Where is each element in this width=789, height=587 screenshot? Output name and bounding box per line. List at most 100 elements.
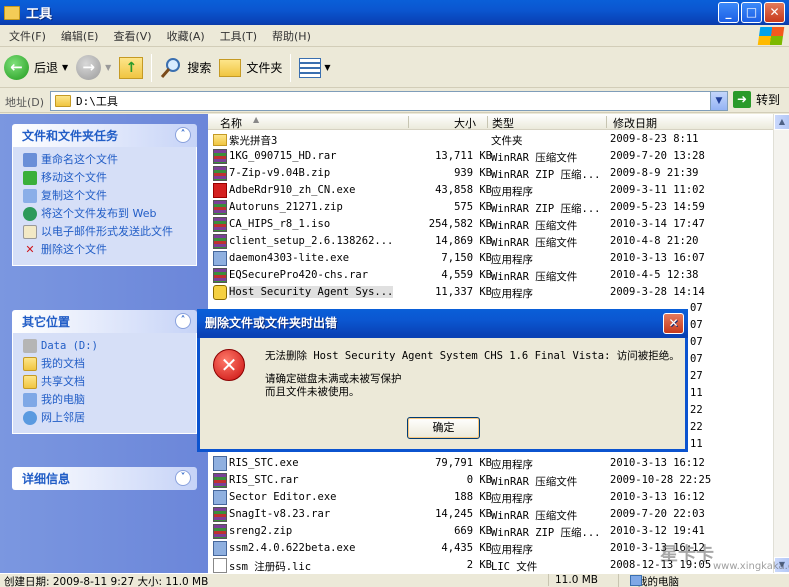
vertical-scrollbar[interactable]: ▲ ▼: [773, 114, 789, 573]
task-pane: 文件和文件夹任务 ˄ 重命名这个文件 移动这个文件 复制这个文件 将这个文件发布…: [0, 114, 208, 573]
toolbar: ← 后退 ▼ → ▼ ↑ 搜索 文件夹 ▼: [0, 48, 789, 88]
column-divider[interactable]: [487, 116, 488, 128]
task-move[interactable]: 移动这个文件: [23, 171, 190, 185]
file-date-fragment: 27: [690, 370, 703, 382]
file-type: 应用程序: [491, 288, 533, 300]
menu-view[interactable]: 查看(V): [113, 28, 151, 44]
file-row[interactable]: AdbeRdr910_zh_CN.exe 43,858 KB 应用程序 2009-3-…: [208, 182, 773, 199]
file-size: 575 KB: [454, 201, 492, 213]
scroll-up-button[interactable]: ▲: [774, 114, 789, 130]
up-folder-icon: ↑: [119, 56, 144, 79]
place-data-drive[interactable]: Data (D:): [23, 339, 190, 353]
column-divider[interactable]: [408, 116, 409, 128]
file-row[interactable]: sreng2.zip 669 KB WinRAR ZIP 压缩... 2010-3-1…: [208, 523, 773, 540]
panel-body: 重命名这个文件 移动这个文件 复制这个文件 将这个文件发布到 Web 以电子邮件…: [12, 147, 197, 266]
up-folder-button[interactable]: ↑: [115, 51, 147, 85]
chevron-down-icon[interactable]: ▼: [324, 63, 330, 72]
place-shared-documents[interactable]: 共享文档: [23, 375, 190, 389]
file-date: 2010-4-8 21:20: [610, 235, 699, 247]
forward-button[interactable]: → ▼: [72, 51, 115, 85]
place-label: 我的文档: [41, 357, 85, 370]
collapse-icon[interactable]: ˄: [175, 127, 191, 143]
archive-icon: [213, 507, 227, 522]
column-type[interactable]: 类型: [492, 115, 514, 130]
go-label: 转到: [756, 93, 781, 107]
file-row[interactable]: 1KG_090715_HD.rar 13,711 KB WinRAR 压缩文件 200…: [208, 148, 773, 165]
archive-icon: [213, 234, 227, 249]
go-button[interactable]: ➜ 转到: [733, 91, 780, 108]
chevron-down-icon[interactable]: ▼: [710, 92, 727, 110]
file-row[interactable]: RIS_STC.rar 0 KB WinRAR 压缩文件 2009-10-28 22:…: [208, 472, 773, 489]
menu-tools[interactable]: 工具(T): [220, 28, 257, 44]
archive-icon: [213, 524, 227, 539]
column-date[interactable]: 修改日期: [613, 115, 657, 130]
file-row[interactable]: 7-Zip-v9.04B.zip 939 KB WinRAR ZIP 压缩... 20…: [208, 165, 773, 182]
file-size: 669 KB: [454, 525, 492, 537]
column-header: 名称 ▲ 大小 类型 修改日期: [208, 114, 773, 130]
place-my-computer[interactable]: 我的电脑: [23, 393, 190, 407]
menu-edit[interactable]: 编辑(E): [61, 28, 99, 44]
back-button[interactable]: ← 后退 ▼: [0, 51, 72, 85]
place-network[interactable]: 网上邻居: [23, 411, 190, 425]
file-date: 2010-4-5 12:38: [610, 269, 699, 281]
task-delete[interactable]: ✕ 删除这个文件: [23, 243, 190, 257]
file-date: 2009-5-23 14:59: [610, 201, 705, 213]
status-size: 11.0 MB: [548, 574, 608, 586]
file-row[interactable]: SnagIt-v8.23.rar 14,245 KB WinRAR 压缩文件 2009…: [208, 506, 773, 523]
file-tasks-header[interactable]: 文件和文件夹任务 ˄: [12, 124, 197, 147]
views-button[interactable]: ▼: [295, 51, 334, 85]
file-type: 应用程序: [491, 254, 533, 266]
task-rename[interactable]: 重命名这个文件: [23, 153, 190, 167]
close-button[interactable]: ✕: [764, 2, 785, 23]
column-size[interactable]: 大小: [454, 115, 476, 130]
folder-icon: [23, 375, 37, 389]
task-label: 重命名这个文件: [41, 153, 118, 166]
file-row[interactable]: Autoruns_21271.zip 575 KB WinRAR ZIP 压缩...…: [208, 199, 773, 216]
file-row[interactable]: RIS_STC.exe 79,791 KB 应用程序 2010-3-13 16:12: [208, 455, 773, 472]
folders-label: 文件夹: [246, 61, 283, 75]
menu-file[interactable]: 文件(F): [9, 28, 46, 44]
file-row[interactable]: client_setup_2.6.138262... 14,869 KB WinRA…: [208, 233, 773, 250]
menu-help[interactable]: 帮助(H): [272, 28, 311, 44]
file-row[interactable]: EQSecurePro420-chs.rar 4,559 KB WinRAR 压缩文…: [208, 267, 773, 284]
ok-button[interactable]: 确定: [407, 417, 480, 439]
task-publish[interactable]: 将这个文件发布到 Web: [23, 207, 190, 221]
maximize-button[interactable]: □: [741, 2, 762, 23]
minimize-button[interactable]: _: [718, 2, 739, 23]
file-row[interactable]: CA_HIPS_r8_1.iso 254,582 KB WinRAR 压缩文件 201…: [208, 216, 773, 233]
folders-button[interactable]: 文件夹: [215, 51, 286, 85]
task-email[interactable]: 以电子邮件形式发送此文件: [23, 225, 190, 239]
column-divider[interactable]: [606, 116, 607, 128]
place-my-documents[interactable]: 我的文档: [23, 357, 190, 371]
file-name: Host Security Agent Sys...: [229, 286, 394, 298]
address-input[interactable]: D:\工具 ▼: [50, 91, 728, 111]
archive-icon: [213, 200, 227, 215]
file-type: WinRAR 压缩文件: [491, 220, 578, 232]
collapse-icon[interactable]: ˄: [175, 313, 191, 329]
menu-favorites[interactable]: 收藏(A): [167, 28, 205, 44]
back-arrow-icon: ←: [4, 55, 29, 80]
file-name: client_setup_2.6.138262...: [229, 235, 394, 247]
task-label: 将这个文件发布到 Web: [41, 207, 157, 220]
file-row[interactable]: Host Security Agent Sys... 11,337 KB 应用程序 2…: [208, 284, 773, 301]
file-row[interactable]: Sector Editor.exe 188 KB 应用程序 2010-3-13 16:…: [208, 489, 773, 506]
chevron-down-icon[interactable]: ▼: [105, 63, 111, 72]
file-type: WinRAR 压缩文件: [491, 237, 578, 249]
dialog-close-button[interactable]: ✕: [663, 313, 684, 334]
address-value: D:\工具: [76, 95, 118, 108]
archive-icon: [213, 217, 227, 232]
file-size: 2 KB: [466, 559, 492, 571]
column-name[interactable]: 名称: [220, 115, 242, 130]
file-name: SnagIt-v8.23.rar: [229, 508, 331, 520]
file-row[interactable]: 紫光拼音3 文件夹 2009-8-23 8:11: [208, 131, 773, 148]
task-copy[interactable]: 复制这个文件: [23, 189, 190, 203]
chevron-down-icon[interactable]: ▼: [62, 63, 68, 72]
file-name: 紫光拼音3: [229, 135, 278, 147]
other-places-header[interactable]: 其它位置 ˄: [12, 310, 197, 333]
file-row[interactable]: daemon4303-lite.exe 7,150 KB 应用程序 2010-3-13…: [208, 250, 773, 267]
file-type: 应用程序: [491, 459, 533, 471]
search-button[interactable]: 搜索: [156, 51, 215, 85]
details-header[interactable]: 详细信息 ˅: [12, 467, 197, 490]
expand-icon[interactable]: ˅: [175, 470, 191, 486]
archive-icon: [213, 166, 227, 181]
